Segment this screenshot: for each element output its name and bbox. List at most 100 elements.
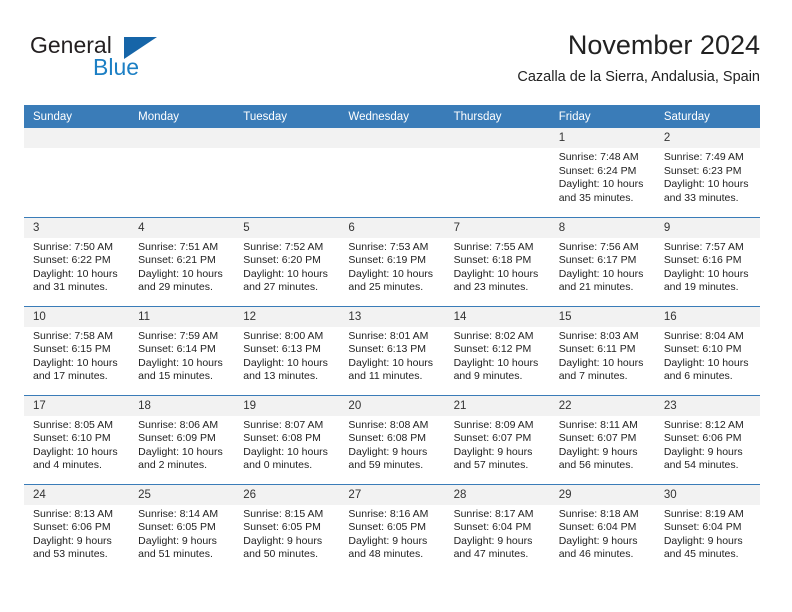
day-event-line: Sunrise: 7:49 AM: [663, 151, 744, 163]
day-event-line: and 31 minutes.: [33, 281, 108, 293]
day-events: Sunrise: 8:18 AM Sunset: 6:04 PM Daylight:…: [550, 505, 655, 562]
calendar-day-cell[interactable]: 6 Sunrise: 7:53 AM Sunset: 6:19 PM Daylight…: [339, 216, 445, 306]
calendar-day-cell[interactable]: 27 Sunrise: 8:16 AM Sunset: 6:05 PM Dayligh…: [339, 483, 445, 573]
general-blue-logo[interactable]: General Blue: [30, 32, 230, 88]
calendar-day-cell[interactable]: 13 Sunrise: 8:01 AM Sunset: 6:13 PM Dayligh…: [339, 305, 445, 395]
calendar-day-cell-empty: [24, 128, 130, 217]
day-number: 10: [24, 306, 130, 327]
calendar-day-cell[interactable]: 28 Sunrise: 8:17 AM Sunset: 6:04 PM Dayligh…: [444, 483, 550, 573]
day-event-line: Sunset: 6:15 PM: [33, 343, 111, 355]
calendar-day-cell[interactable]: 30 Sunrise: 8:19 AM Sunset: 6:04 PM Dayligh…: [654, 483, 760, 573]
day-event-line: Sunset: 6:19 PM: [348, 254, 427, 266]
day-event-line: Sunset: 6:16 PM: [663, 254, 742, 266]
title-block: November 2024 Cazalla de la Sierra, Anda…: [517, 28, 760, 88]
day-event-line: Sunset: 6:13 PM: [348, 343, 427, 355]
day-events: Sunrise: 8:13 AM Sunset: 6:06 PM Daylight:…: [24, 505, 129, 562]
day-event-line: Sunrise: 8:15 AM: [243, 507, 324, 520]
calendar-day-cell[interactable]: 17 Sunrise: 8:05 AM Sunset: 6:10 PM Dayligh…: [24, 394, 130, 484]
day-number: 29: [549, 484, 655, 505]
day-event-line: Daylight: 10 hours: [663, 267, 749, 280]
calendar-day-cell[interactable]: 15 Sunrise: 8:03 AM Sunset: 6:11 PM Dayligh…: [549, 305, 655, 395]
day-event-line: Sunset: 6:18 PM: [453, 254, 532, 266]
day-event-line: Sunset: 6:08 PM: [348, 432, 427, 444]
weekday-header-monday: Monday: [129, 105, 235, 128]
day-event-line: Daylight: 10 hours: [348, 267, 434, 280]
day-events: Sunrise: 7:48 AM Sunset: 6:24 PM Daylight:…: [550, 148, 655, 205]
day-event-line: Sunset: 6:05 PM: [138, 521, 216, 533]
calendar-day-cell[interactable]: 2 Sunrise: 7:49 AM Sunset: 6:23 PM Daylight…: [654, 128, 760, 217]
calendar-day-cell[interactable]: 1 Sunrise: 7:48 AM Sunset: 6:24 PM Daylight…: [549, 128, 655, 217]
day-event-line: Daylight: 10 hours: [33, 267, 118, 280]
calendar-day-cell[interactable]: 23 Sunrise: 8:12 AM Sunset: 6:06 PM Dayligh…: [654, 394, 760, 484]
day-event-line: Sunrise: 8:19 AM: [663, 507, 744, 520]
day-events: Sunrise: 8:04 AM Sunset: 6:10 PM Daylight:…: [655, 327, 760, 384]
calendar-day-cell[interactable]: 8 Sunrise: 7:56 AM Sunset: 6:17 PM Daylight…: [549, 216, 655, 306]
day-event-line: Daylight: 10 hours: [138, 267, 223, 280]
calendar-day-cell[interactable]: 5 Sunrise: 7:52 AM Sunset: 6:20 PM Daylight…: [234, 216, 340, 306]
day-number: 21: [444, 395, 550, 416]
day-event-line: Daylight: 10 hours: [453, 356, 539, 369]
day-event-line: Sunset: 6:06 PM: [33, 521, 111, 533]
calendar-day-cell[interactable]: 24 Sunrise: 8:13 AM Sunset: 6:06 PM Dayligh…: [24, 483, 130, 573]
calendar-body: 1 Sunrise: 7:48 AM Sunset: 6:24 PM Daylight…: [24, 128, 760, 573]
day-event-line: and 21 minutes.: [558, 281, 634, 293]
day-event-line: Daylight: 10 hours: [558, 267, 644, 280]
calendar-day-cell[interactable]: 20 Sunrise: 8:08 AM Sunset: 6:08 PM Dayligh…: [339, 394, 445, 484]
page-title: November 2024: [567, 30, 760, 60]
calendar-day-cell[interactable]: 21 Sunrise: 8:09 AM Sunset: 6:07 PM Dayligh…: [444, 394, 550, 484]
day-event-line: and 19 minutes.: [663, 281, 739, 293]
day-events: Sunrise: 8:19 AM Sunset: 6:04 PM Daylight:…: [655, 505, 760, 562]
calendar-day-cell-empty: [129, 128, 235, 217]
day-events: Sunrise: 7:56 AM Sunset: 6:17 PM Daylight:…: [550, 238, 655, 295]
calendar-day-cell[interactable]: 12 Sunrise: 8:00 AM Sunset: 6:13 PM Dayligh…: [234, 305, 340, 395]
calendar-day-cell[interactable]: 26 Sunrise: 8:15 AM Sunset: 6:05 PM Dayligh…: [234, 483, 340, 573]
day-event-line: Sunrise: 7:57 AM: [663, 240, 744, 253]
day-event-line: Daylight: 9 hours: [33, 534, 112, 547]
calendar-day-cell[interactable]: 3 Sunrise: 7:50 AM Sunset: 6:22 PM Daylight…: [24, 216, 130, 306]
day-events: Sunrise: 8:11 AM Sunset: 6:07 PM Daylight:…: [550, 416, 655, 473]
day-number: [339, 128, 445, 148]
calendar-day-cell[interactable]: 19 Sunrise: 8:07 AM Sunset: 6:08 PM Dayligh…: [234, 394, 340, 484]
day-event-line: Sunset: 6:22 PM: [33, 254, 111, 266]
day-event-line: and 54 minutes.: [663, 459, 739, 471]
weekday-header-tuesday: Tuesday: [234, 105, 340, 128]
day-event-line: Sunset: 6:10 PM: [33, 432, 111, 444]
day-number: [234, 128, 340, 148]
calendar-day-cell[interactable]: 11 Sunrise: 7:59 AM Sunset: 6:14 PM Dayligh…: [129, 305, 235, 395]
calendar-day-cell[interactable]: 16 Sunrise: 8:04 AM Sunset: 6:10 PM Dayligh…: [654, 305, 760, 395]
day-event-line: Sunset: 6:05 PM: [243, 521, 321, 533]
day-event-line: Sunrise: 8:02 AM: [453, 329, 534, 342]
calendar-day-cell[interactable]: 25 Sunrise: 8:14 AM Sunset: 6:05 PM Dayligh…: [129, 483, 235, 573]
day-number: 23: [654, 395, 760, 416]
calendar-day-cell[interactable]: 18 Sunrise: 8:06 AM Sunset: 6:09 PM Dayligh…: [129, 394, 235, 484]
calendar-day-cell[interactable]: 29 Sunrise: 8:18 AM Sunset: 6:04 PM Dayligh…: [549, 483, 655, 573]
calendar-day-cell[interactable]: 4 Sunrise: 7:51 AM Sunset: 6:21 PM Daylight…: [129, 216, 235, 306]
day-event-line: Daylight: 9 hours: [663, 445, 743, 458]
day-event-line: and 0 minutes.: [243, 459, 313, 471]
day-events: Sunrise: 8:02 AM Sunset: 6:12 PM Daylight:…: [445, 327, 550, 384]
calendar-day-cell[interactable]: 14 Sunrise: 8:02 AM Sunset: 6:12 PM Dayligh…: [444, 305, 550, 395]
day-event-line: Sunset: 6:23 PM: [663, 164, 742, 177]
day-event-line: Daylight: 9 hours: [663, 534, 743, 547]
day-number: 3: [24, 217, 130, 238]
day-event-line: Sunset: 6:12 PM: [453, 343, 532, 355]
day-event-line: Sunset: 6:07 PM: [558, 432, 637, 444]
day-event-line: Sunrise: 8:16 AM: [348, 507, 429, 520]
day-event-line: Daylight: 10 hours: [663, 356, 749, 369]
day-event-line: Sunrise: 8:18 AM: [558, 507, 639, 520]
day-event-line: Sunset: 6:11 PM: [558, 343, 636, 355]
day-event-line: and 35 minutes.: [558, 191, 634, 204]
calendar-day-cell[interactable]: 10 Sunrise: 7:58 AM Sunset: 6:15 PM Dayligh…: [24, 305, 130, 395]
day-event-line: and 17 minutes.: [33, 370, 108, 382]
calendar-day-cell[interactable]: 22 Sunrise: 8:11 AM Sunset: 6:07 PM Dayligh…: [549, 394, 655, 484]
day-event-line: Sunrise: 8:12 AM: [663, 418, 744, 431]
calendar-day-cell[interactable]: 9 Sunrise: 7:57 AM Sunset: 6:16 PM Daylight…: [654, 216, 760, 306]
day-number: 18: [129, 395, 235, 416]
day-event-line: Sunrise: 8:13 AM: [33, 507, 113, 520]
day-event-line: Daylight: 10 hours: [663, 178, 749, 190]
day-event-line: Sunrise: 8:04 AM: [663, 329, 744, 342]
calendar-day-cell[interactable]: 7 Sunrise: 7:55 AM Sunset: 6:18 PM Daylight…: [444, 216, 550, 306]
day-event-line: and 53 minutes.: [33, 548, 108, 560]
day-event-line: Daylight: 10 hours: [138, 445, 223, 458]
month-calendar-grid: Sunday Monday Tuesday Wednesday Thursday…: [24, 105, 760, 573]
